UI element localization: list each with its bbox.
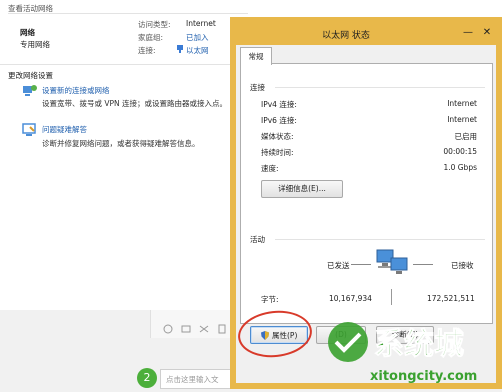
chat-count-badge: 2 <box>137 368 157 388</box>
homegroup-label: 家庭组: <box>138 33 164 42</box>
bytes-label: 字节: <box>261 295 279 304</box>
access-type-value: Internet <box>186 19 216 28</box>
connections-label: 连接: <box>138 46 156 55</box>
ipv6-value: Internet <box>447 115 477 124</box>
ipv4-label: IPv4 连接: <box>261 100 297 109</box>
minimize-button[interactable]: — <box>460 25 476 41</box>
duration-label: 持续时间: <box>261 148 294 157</box>
duration-value: 00:00:15 <box>443 147 477 156</box>
setup-connection-desc: 设置宽带、拨号或 VPN 连接；或设置路由器或接入点。 <box>42 99 228 108</box>
troubleshoot-icon <box>22 123 38 139</box>
svg-text:系统城: 系统城 <box>374 327 464 362</box>
sent-line <box>351 264 371 265</box>
divider <box>275 87 485 88</box>
connection-group-title: 连接 <box>250 83 265 92</box>
bytes-received-value: 172,521,511 <box>427 294 475 303</box>
media-state-label: 媒体状态: <box>261 132 294 141</box>
dialog-title: 以太网 状态 <box>322 31 370 41</box>
file-icon[interactable] <box>217 324 227 336</box>
speed-label: 速度: <box>261 164 279 173</box>
speed-value: 1.0 Gbps <box>443 163 477 172</box>
ipv6-label: IPv6 连接: <box>261 116 297 125</box>
sent-label: 已发送 <box>327 261 350 270</box>
homegroup-link[interactable]: 已加入 <box>186 32 209 43</box>
received-line <box>413 264 433 265</box>
network-type: 专用网络 <box>20 40 50 49</box>
divider <box>8 13 248 14</box>
ethernet-small-icon <box>176 44 184 56</box>
network-center-panel: 查看活动网络 网络 专用网络 访问类型: Internet 家庭组: 已加入 连… <box>0 0 252 312</box>
tab-general[interactable]: 常规 <box>240 47 272 65</box>
received-label: 已接收 <box>451 261 474 270</box>
activity-group-title: 活动 <box>250 235 265 244</box>
network-name: 网络 <box>20 28 35 37</box>
ipv4-value: Internet <box>447 99 477 108</box>
emoji-icon[interactable] <box>163 324 173 336</box>
scissors-icon[interactable] <box>199 324 209 336</box>
bytes-divider <box>391 289 392 305</box>
divider <box>0 64 250 65</box>
network-activity-icon <box>375 248 409 278</box>
ethernet-link[interactable]: 以太网 <box>186 45 209 56</box>
divider <box>275 239 485 240</box>
general-tab-content: 连接 IPv4 连接: Internet IPv6 连接: Internet 媒… <box>240 63 493 324</box>
details-button[interactable]: 详细信息(E)... <box>261 180 343 198</box>
troubleshoot-link[interactable]: 问题疑难解答 <box>42 124 87 135</box>
troubleshoot-desc: 诊断并修复网络问题，或者获得疑难解答信息。 <box>42 139 200 148</box>
setup-connection-link[interactable]: 设置新的连接或网络 <box>42 85 110 96</box>
svg-text:xitongcity.com: xitongcity.com <box>370 369 477 384</box>
close-button[interactable]: ✕ <box>479 25 495 41</box>
title-bar[interactable]: 以太网 状态 — ✕ <box>236 23 496 45</box>
watermark-logo: 系统城 xitongcity.com <box>318 312 498 388</box>
access-type-label: 访问类型: <box>138 20 171 29</box>
setup-connection-icon <box>22 84 38 100</box>
bytes-sent-value: 10,167,934 <box>329 294 372 303</box>
change-settings-title: 更改网络设置 <box>8 71 53 80</box>
chat-placeholder: 点击这里输入文 <box>166 375 219 384</box>
image-icon[interactable] <box>181 324 191 336</box>
media-state-value: 已启用 <box>454 132 478 141</box>
